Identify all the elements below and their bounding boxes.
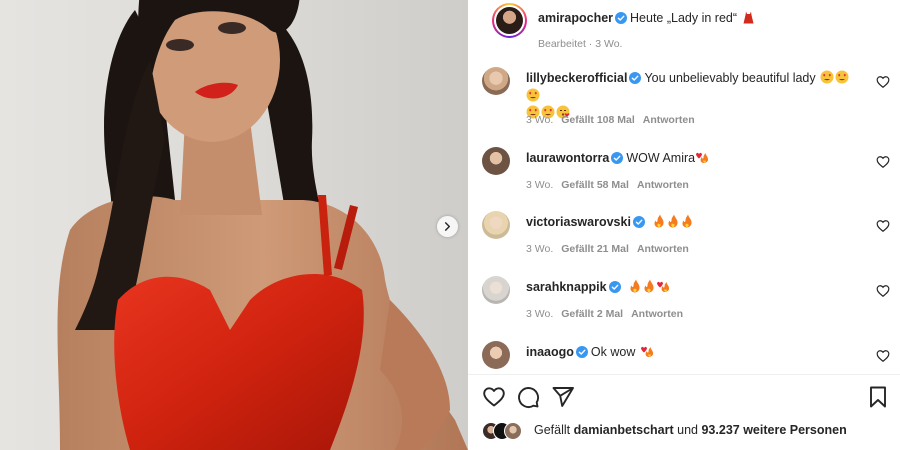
likes-count-link[interactable]: 93.237 weitere Personen	[701, 423, 846, 437]
comment-meta: 3 Wo. Gefällt 21 Mal Antworten	[526, 243, 689, 255]
comment-like-heart-icon[interactable]	[876, 155, 890, 169]
comment-item: inaaogo Ok wow	[480, 341, 892, 373]
likes-text: Gefällt damianbetschart und 93.237 weite…	[534, 423, 847, 437]
commenter-avatar[interactable]	[482, 211, 510, 239]
comment-like-heart-icon[interactable]	[876, 75, 890, 89]
heart-eyes-emoji-icon	[526, 88, 540, 102]
comment-age: 3 Wo.	[526, 179, 554, 191]
fire-emoji-icon	[668, 214, 678, 228]
heart-eyes-emoji-icon	[820, 70, 834, 84]
heart-fire-emoji-icon	[657, 281, 670, 292]
next-image-button[interactable]	[437, 216, 458, 237]
post-photo	[0, 0, 468, 450]
comment-text: Ok wow	[590, 345, 636, 359]
fire-emoji-icon	[654, 214, 664, 228]
comment-age: 3 Wo.	[526, 114, 554, 126]
commenter-avatar[interactable]	[482, 276, 510, 304]
post-side-panel: amirapocher Heute „Lady in red“ Bearbeite…	[468, 0, 900, 450]
commenter-avatar[interactable]	[482, 147, 510, 175]
verified-badge-icon	[608, 281, 621, 293]
post-caption: amirapocher Heute „Lady in red“ Bearbeite…	[480, 3, 890, 53]
comment-age: 3 Wo.	[526, 308, 554, 320]
comment-icon[interactable]	[516, 385, 540, 409]
reply-link[interactable]: Antworten	[637, 179, 689, 191]
commenter-username[interactable]: laurawontorra	[526, 151, 609, 165]
comment-body: inaaogo Ok wow	[526, 343, 862, 361]
paper-plane-icon[interactable]	[551, 385, 575, 409]
commenter-avatar[interactable]	[482, 67, 510, 95]
heart-icon[interactable]	[482, 385, 506, 409]
liker-avatars[interactable]	[482, 422, 532, 440]
verified-badge-icon	[632, 216, 645, 228]
bookmark-icon[interactable]	[866, 385, 890, 409]
heart-fire-emoji-icon	[640, 346, 653, 357]
comment-item: laurawontorra WOW Amira 3 Wo. Gefällt 58 M…	[480, 147, 892, 197]
commenter-username[interactable]: victoriaswarovski	[526, 215, 631, 229]
verified-badge-icon	[629, 72, 642, 84]
comment-text: WOW Amira	[626, 151, 696, 165]
chevron-right-icon	[444, 222, 451, 231]
post-action-bar	[480, 385, 890, 411]
post-age: 3 Wo.	[595, 38, 623, 50]
commenter-username[interactable]: sarahknappik	[526, 280, 607, 294]
likes-prefix: Gefällt	[534, 423, 571, 437]
author-avatar[interactable]	[492, 3, 527, 38]
comment-meta: 3 Wo. Gefällt 108 Mal Antworten	[526, 114, 695, 126]
comment-like-count[interactable]: Gefällt 2 Mal	[561, 308, 623, 320]
fire-emoji-group	[628, 278, 671, 295]
comment-meta: 3 Wo. Gefällt 58 Mal Antworten	[526, 179, 689, 191]
verified-badge-icon	[611, 152, 624, 164]
comment-item: lillybeckerofficial You unbelievably beau…	[480, 67, 892, 127]
comment-body: laurawontorra WOW Amira	[526, 149, 862, 167]
comment-text: You unbelievably beautiful lady	[644, 71, 816, 85]
author-username[interactable]: amirapocher	[538, 11, 613, 25]
edited-label: Bearbeitet	[538, 38, 586, 50]
heart-eyes-emoji-icon	[835, 70, 849, 84]
commenter-username[interactable]: inaaogo	[526, 345, 574, 359]
fire-emoji-icon	[682, 214, 692, 228]
verified-badge-icon	[615, 12, 628, 24]
heart-fire-emoji-icon	[696, 152, 709, 163]
comment-item: victoriaswarovski 3 Wo. Gefällt 21 Mal Ant…	[480, 211, 892, 261]
comment-body: sarahknappik	[526, 278, 862, 296]
comment-meta: 3 Wo. Gefällt 2 Mal Antworten	[526, 308, 683, 320]
dress-emoji-icon	[743, 11, 753, 24]
commenter-avatar[interactable]	[482, 341, 510, 369]
commenter-username[interactable]: lillybeckerofficial	[526, 71, 627, 85]
actions-divider	[468, 374, 900, 375]
comment-like-heart-icon[interactable]	[876, 284, 890, 298]
caption-text: Heute „Lady in red“	[630, 11, 738, 25]
fire-emoji-group	[652, 213, 694, 230]
comment-body: victoriaswarovski	[526, 213, 862, 231]
liker-username[interactable]: damianbetschart	[574, 423, 674, 437]
photo-scene	[57, 0, 468, 450]
caption-meta: Bearbeitet · 3 Wo.	[538, 38, 623, 50]
reply-link[interactable]: Antworten	[637, 243, 689, 255]
comment-like-count[interactable]: Gefällt 21 Mal	[561, 243, 629, 255]
reply-link[interactable]: Antworten	[643, 114, 695, 126]
comment-like-count[interactable]: Gefällt 108 Mal	[561, 114, 635, 126]
caption-line: amirapocher Heute „Lady in red“	[538, 9, 756, 27]
verified-badge-icon	[575, 346, 588, 358]
fire-emoji-icon	[644, 279, 654, 293]
likes-middle: und	[677, 423, 698, 437]
reply-link[interactable]: Antworten	[631, 308, 683, 320]
fire-emoji-icon	[630, 279, 640, 293]
comment-like-count[interactable]: Gefällt 58 Mal	[561, 179, 629, 191]
comment-age: 3 Wo.	[526, 243, 554, 255]
comment-like-heart-icon[interactable]	[876, 349, 890, 363]
comment-like-heart-icon[interactable]	[876, 219, 890, 233]
comment-item: sarahknappik 3 Wo. Gefällt 2 Mal Antworten	[480, 276, 892, 326]
